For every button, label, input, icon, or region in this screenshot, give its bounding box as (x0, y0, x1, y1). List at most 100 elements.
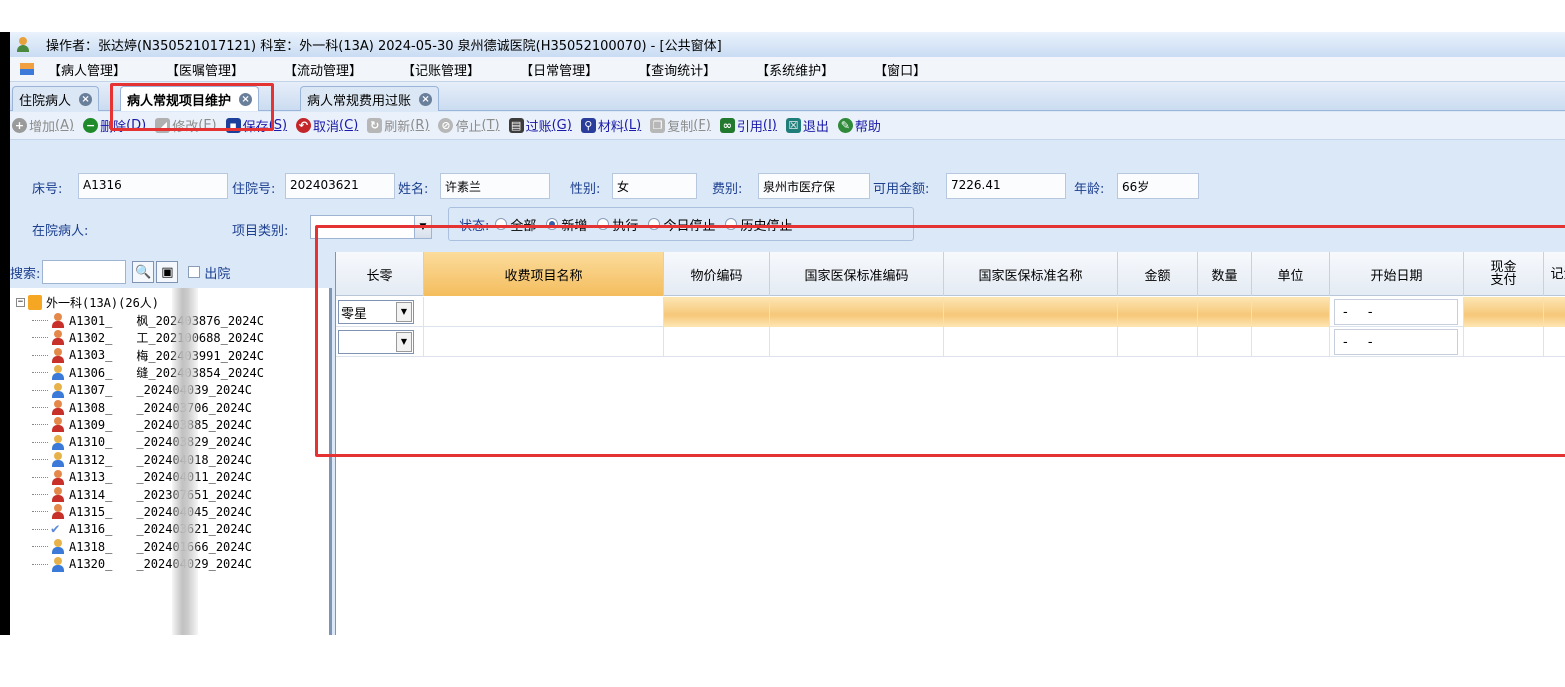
tree-patient-item[interactable]: A1307__202404039_2024C (32, 382, 252, 399)
male-patient-icon (51, 382, 65, 398)
female-patient-icon (51, 313, 65, 328)
grid-highlight-box (315, 225, 1565, 457)
bed-label: 床号: (32, 182, 63, 197)
name-field[interactable]: 许素兰 (440, 173, 550, 199)
menu-window[interactable]: 【窗口】 (874, 60, 926, 79)
exit-icon: ☒ (785, 118, 801, 133)
tab-inpatients[interactable]: 住院病人 × (12, 86, 100, 111)
tab-label: 病人常规费用过账 (307, 93, 412, 109)
magnifier-icon: ⚲ (580, 118, 596, 133)
search-input[interactable] (42, 260, 127, 284)
tree-patient-item[interactable]: A1310__202403829_2024C (32, 434, 252, 451)
undo-icon: ↶ (296, 118, 312, 133)
menu-system-maintenance[interactable]: 【系统维护】 (756, 60, 834, 79)
stop-button[interactable]: ⊘ 停止 (T) (438, 116, 500, 135)
gender-field[interactable]: 女 (612, 173, 697, 199)
gender-label: 性别: (570, 182, 601, 197)
bed-field[interactable]: A1316 (78, 173, 228, 199)
female-patient-icon (51, 347, 65, 363)
patient-tree: − 外一科(13A)(26人) A1301_ 枫_202403876_2024C A… (10, 288, 332, 635)
discharged-label: 出院 (204, 266, 231, 282)
male-patient-icon (51, 556, 65, 572)
department-icon (28, 295, 42, 310)
post-button[interactable]: ▤ 过账 (G) (508, 116, 572, 135)
menu-billing-management[interactable]: 【记账管理】 (402, 60, 480, 79)
add-button[interactable]: + 增加 (A) (12, 116, 74, 135)
tree-patient-item[interactable]: A1308__202403706_2024C (32, 399, 252, 416)
fee-type-label: 费别: (712, 182, 743, 197)
menu-order-management[interactable]: 【医嘱管理】 (166, 60, 244, 79)
male-patient-icon (51, 434, 65, 450)
tab-highlight-box (110, 83, 274, 131)
copy-button[interactable]: ❐ 复制 (F) (650, 116, 711, 135)
tab-label: 住院病人 (19, 93, 72, 109)
male-patient-icon (51, 452, 65, 468)
age-field[interactable]: 66岁 (1117, 173, 1199, 199)
tree-patient-item[interactable]: A1315__202404045_2024C (32, 503, 252, 520)
name-label: 姓名: (398, 182, 429, 197)
tree-root-department[interactable]: − 外一科(13A)(26人) (16, 294, 159, 311)
material-button[interactable]: ⚲ 材料 (L) (580, 116, 641, 135)
app-user-icon (16, 36, 32, 53)
cancel-button[interactable]: ↶ 取消 (C) (296, 116, 358, 135)
checkmark-icon: ✔ (51, 520, 60, 537)
tree-patient-item[interactable]: A1301_ 枫_202403876_2024C (32, 312, 264, 329)
search-row: 搜索: 🔍 ▣ 出院 (10, 258, 333, 286)
close-icon[interactable]: × (79, 92, 93, 106)
menu-query-statistics[interactable]: 【查询统计】 (638, 60, 716, 79)
close-icon[interactable]: × (419, 92, 433, 106)
search-icon[interactable]: 🔍 (132, 261, 155, 283)
tree-patient-item[interactable]: A1318__202401666_2024C (32, 538, 252, 555)
discharged-checkbox[interactable] (188, 266, 201, 278)
female-patient-icon (51, 330, 65, 346)
tree-patient-item[interactable]: ✔A1316__202403621_2024C (32, 521, 252, 538)
balance-label: 可用金额: (873, 182, 930, 197)
refresh-icon: ↻ (367, 118, 383, 133)
minus-icon: − (83, 118, 99, 133)
female-patient-icon (51, 504, 65, 520)
window-menu-icon[interactable] (20, 63, 34, 75)
refresh-button[interactable]: ↻ 刷新 (R) (367, 116, 429, 135)
title-bar: 操作者：张达婷(N350521017121) 科室：外一科(13A) 2024-… (10, 32, 1565, 57)
exit-button[interactable]: ☒ 退出 (785, 116, 829, 135)
quote-button[interactable]: ∞ 引用 (I) (719, 116, 777, 135)
tab-routine-fee-posting[interactable]: 病人常规费用过账 × (300, 86, 440, 111)
menu-patient-management[interactable]: 【病人管理】 (48, 60, 126, 79)
menu-bar: 【病人管理】 【医嘱管理】 【流动管理】 【记账管理】 【日常管理】 【查询统计… (10, 57, 1565, 82)
admission-label: 住院号: (232, 182, 276, 197)
fee-type-field[interactable]: 泉州市医疗保 (758, 173, 870, 199)
tree-patient-item[interactable]: A1314__202307651_2024C (32, 486, 252, 503)
inpatient-label: 在院病人: (32, 224, 89, 239)
male-patient-icon (51, 365, 65, 381)
locate-icon[interactable]: ▣ (156, 261, 179, 283)
admission-field[interactable]: 202403621 (285, 173, 395, 199)
tree-patient-item[interactable]: A1306_ 缝_202403854_2024C (32, 364, 264, 381)
female-patient-icon (51, 469, 65, 485)
plus-icon: + (12, 118, 27, 133)
female-patient-icon (51, 417, 65, 433)
balance-field[interactable]: 7226.41 (946, 173, 1066, 199)
category-label: 项目类别: (232, 224, 289, 239)
tree-patient-item[interactable]: A1309__202403885_2024C (32, 416, 252, 433)
stop-icon: ⊘ (438, 118, 454, 133)
tree-patient-item[interactable]: A1320__202404029_2024C (32, 556, 252, 573)
male-patient-icon (51, 539, 65, 555)
tree-patient-item[interactable]: A1302_ 工_202100688_2024C (32, 329, 264, 346)
help-button[interactable]: ✎ 帮助 (837, 116, 881, 135)
post-ledger-icon: ▤ (508, 118, 524, 133)
female-patient-icon (51, 487, 65, 502)
tree-patient-item[interactable]: A1303_ 梅_202403991_2024C (32, 347, 264, 364)
tree-patient-item[interactable]: A1312__202404018_2024C (32, 451, 252, 468)
tree-patient-item[interactable]: A1313__202404011_2024C (32, 469, 252, 486)
binoculars-icon: ∞ (719, 118, 735, 133)
menu-daily-management[interactable]: 【日常管理】 (520, 60, 598, 79)
collapse-icon[interactable]: − (16, 298, 25, 307)
search-label: 搜索: (10, 266, 41, 282)
female-patient-icon (51, 400, 65, 415)
window-title: 操作者：张达婷(N350521017121) 科室：外一科(13A) 2024-… (46, 39, 722, 54)
menu-flow-management[interactable]: 【流动管理】 (284, 60, 362, 79)
help-book-icon: ✎ (837, 118, 853, 133)
copy-icon: ❐ (650, 118, 666, 133)
left-edge-bar (0, 32, 10, 635)
redaction-blur (172, 288, 198, 635)
